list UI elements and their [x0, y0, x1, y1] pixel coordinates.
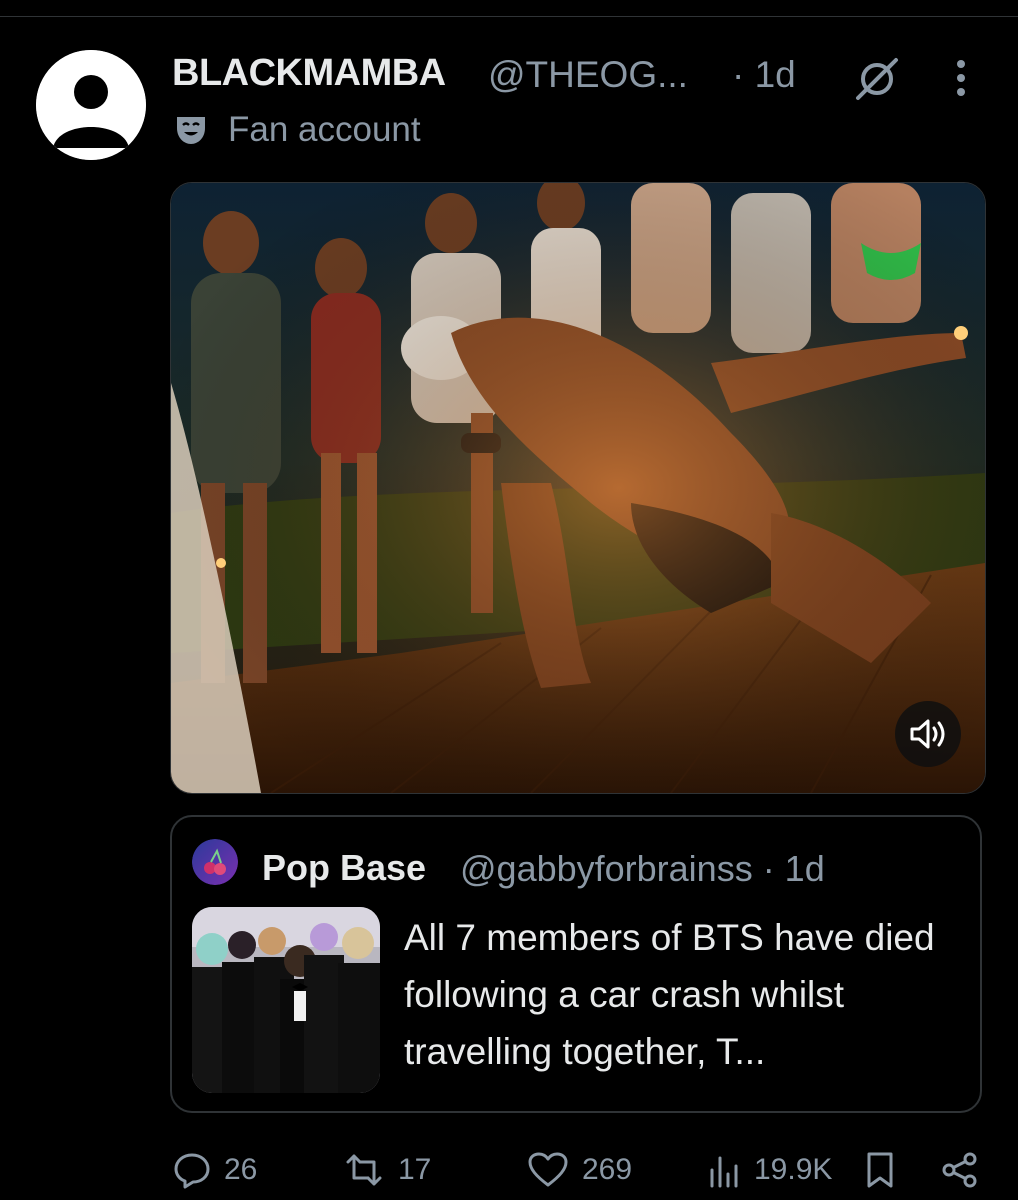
repost-count: 17: [398, 1153, 432, 1186]
views-chart-icon: [710, 1156, 738, 1188]
grok-icon[interactable]: [854, 56, 900, 107]
quoted-author-handle[interactable]: @gabbyforbrainss · 1d: [460, 848, 825, 890]
pop-base-avatar[interactable]: [192, 839, 238, 885]
account-label: Fan account: [228, 110, 421, 149]
author-name[interactable]: BLACKMAMBA: [172, 52, 446, 95]
quoted-tweet[interactable]: Pop Base @gabbyforbrainss · 1d All 7 mem…: [170, 815, 982, 1113]
reply-button[interactable]: 26: [172, 1142, 257, 1198]
bookmark-button[interactable]: [862, 1142, 898, 1198]
more-dots-icon[interactable]: [950, 58, 972, 103]
action-bar: 26 17 269 19.9K: [0, 1142, 1018, 1198]
repost-icon: [346, 1154, 382, 1186]
like-button[interactable]: 269: [526, 1142, 632, 1198]
default-avatar-icon[interactable]: [36, 50, 146, 160]
tweet-video[interactable]: [170, 182, 986, 794]
quoted-text[interactable]: All 7 members of BTS have died following…: [404, 909, 964, 1080]
heart-icon: [528, 1152, 568, 1187]
tweet-time[interactable]: · 1d: [732, 54, 796, 96]
speaker-icon[interactable]: [895, 701, 961, 767]
quoted-author-name[interactable]: Pop Base: [262, 847, 426, 889]
quoted-thumbnail[interactable]: [192, 907, 380, 1093]
bookmark-icon: [867, 1152, 893, 1188]
share-icon: [942, 1152, 977, 1188]
like-count: 269: [582, 1153, 633, 1186]
theater-mask-icon: [174, 114, 208, 151]
repost-button[interactable]: 17: [342, 1142, 431, 1198]
tweet-page: BLACKMAMBA @THEOG... · 1d Fan account Po…: [0, 0, 1018, 1200]
views-button[interactable]: 19.9K: [706, 1142, 832, 1198]
reply-count: 26: [224, 1153, 258, 1186]
reply-icon: [174, 1153, 210, 1189]
share-button[interactable]: [940, 1142, 980, 1198]
author-handle[interactable]: @THEOG...: [488, 54, 688, 96]
top-divider: [0, 16, 1018, 17]
views-count: 19.9K: [754, 1153, 833, 1186]
